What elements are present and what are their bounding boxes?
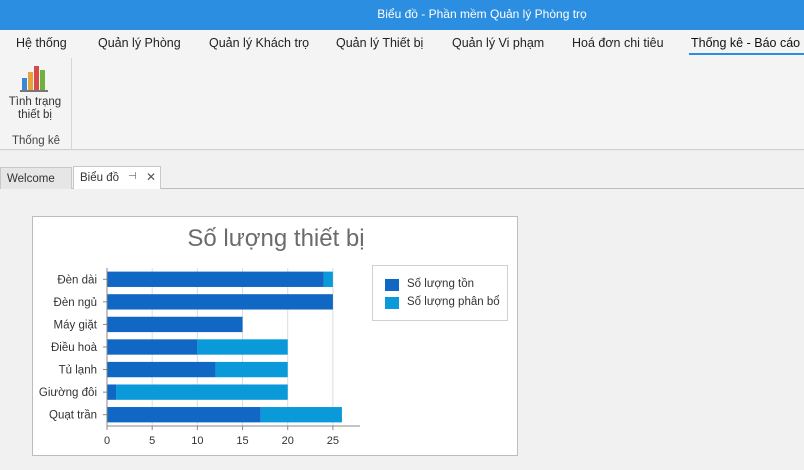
legend-label-series-2: Số lượng phân bổ [407,296,500,308]
title-bar: Biểu đồ - Phần mềm Quản lý Phòng trọ [0,0,804,30]
tab-welcome-label: Welcome [7,173,55,185]
menu-tab-he-thong[interactable]: Hệ thống [16,36,67,50]
bar-1-4 [107,361,216,378]
pin-icon[interactable]: ⊣ [128,171,137,182]
category-label-5: Giường đôi [39,387,97,399]
menu-bar: Hệ thống Quản lý Phòng Quản lý Khách trọ… [0,30,804,58]
bar-1-6 [107,407,261,423]
category-label-0: Đèn dài [57,274,97,286]
category-label-6: Quạt trần [49,410,97,422]
bar-2-5 [116,384,288,400]
category-label-3: Điều hoà [51,342,98,354]
bar-2-0 [323,271,333,287]
bar-chart-icon [20,66,48,92]
bar-1-1 [107,294,333,310]
ribbon-group-thong-ke: Tình trạng thiết bị Thống kê [0,58,72,150]
menu-tab-quan-ly-khach-tro[interactable]: Quản lý Khách trọ [209,36,309,50]
category-label-4: Tủ lạnh [59,365,97,377]
chart-panel: Số lượng thiết bị Đèn dài Đèn ngủ Máy giặt… [32,216,518,456]
x-tick-label-1: 5 [149,435,155,447]
category-label-1: Đèn ngủ [54,297,97,309]
bar-2-3 [197,339,288,355]
bar-2-4 [215,361,288,378]
bar-1-5 [107,384,117,400]
bar-1-0 [107,271,324,287]
bar-1-3 [107,339,198,355]
menu-tab-quan-ly-vi-pham[interactable]: Quản lý Vi phạm [452,36,544,50]
menu-tab-thong-ke-bao-cao[interactable]: Thống kê - Báo cáo [688,36,804,55]
menu-tab-quan-ly-thiet-bi[interactable]: Quản lý Thiết bị [336,36,423,50]
x-tick-label-5: 25 [327,435,339,447]
tab-bieu-do-label: Biểu đồ [80,172,120,184]
ribbon-button-label-1: Tình trạng [8,96,62,108]
x-tick-label-2: 10 [191,435,203,447]
category-label-2: Máy giặt [54,319,98,331]
tab-bieu-do[interactable]: Biểu đồ ⊣ ✕ [73,166,161,189]
x-tick-label-0: 0 [104,435,110,447]
legend-swatch-series-1 [385,279,399,291]
menu-tab-hoa-don-chi-tieu[interactable]: Hoá đơn chi tiêu [572,36,664,50]
chart-plot: Đèn dài Đèn ngủ Máy giặt Điều hoà Tủ lạnh Giư… [39,268,360,447]
tab-welcome[interactable]: Welcome [0,167,72,189]
close-icon[interactable]: ✕ [146,170,156,184]
document-tab-strip: Welcome Biểu đồ ⊣ ✕ [0,165,804,189]
ribbon-group-label: Thống kê [12,135,60,147]
legend-swatch-series-2 [385,297,399,309]
menu-tab-quan-ly-phong[interactable]: Quản lý Phòng [98,36,181,50]
x-tick-label-4: 20 [282,435,294,447]
bar-1-2 [107,316,243,333]
bar-2-6 [260,407,342,423]
window-title: Biểu đồ - Phần mềm Quản lý Phòng trọ [377,7,587,21]
ribbon: Tình trạng thiết bị Thống kê [0,58,804,150]
ribbon-button-label-2: thiết bị [18,109,52,121]
chart-legend: Số lượng tồn Số lượng phân bổ [372,265,508,321]
tinh-trang-thiet-bi-button[interactable]: Tình trạng thiết bị [4,62,66,128]
legend-label-series-1: Số lượng tồn [407,278,475,290]
x-tick-label-3: 15 [236,435,248,447]
